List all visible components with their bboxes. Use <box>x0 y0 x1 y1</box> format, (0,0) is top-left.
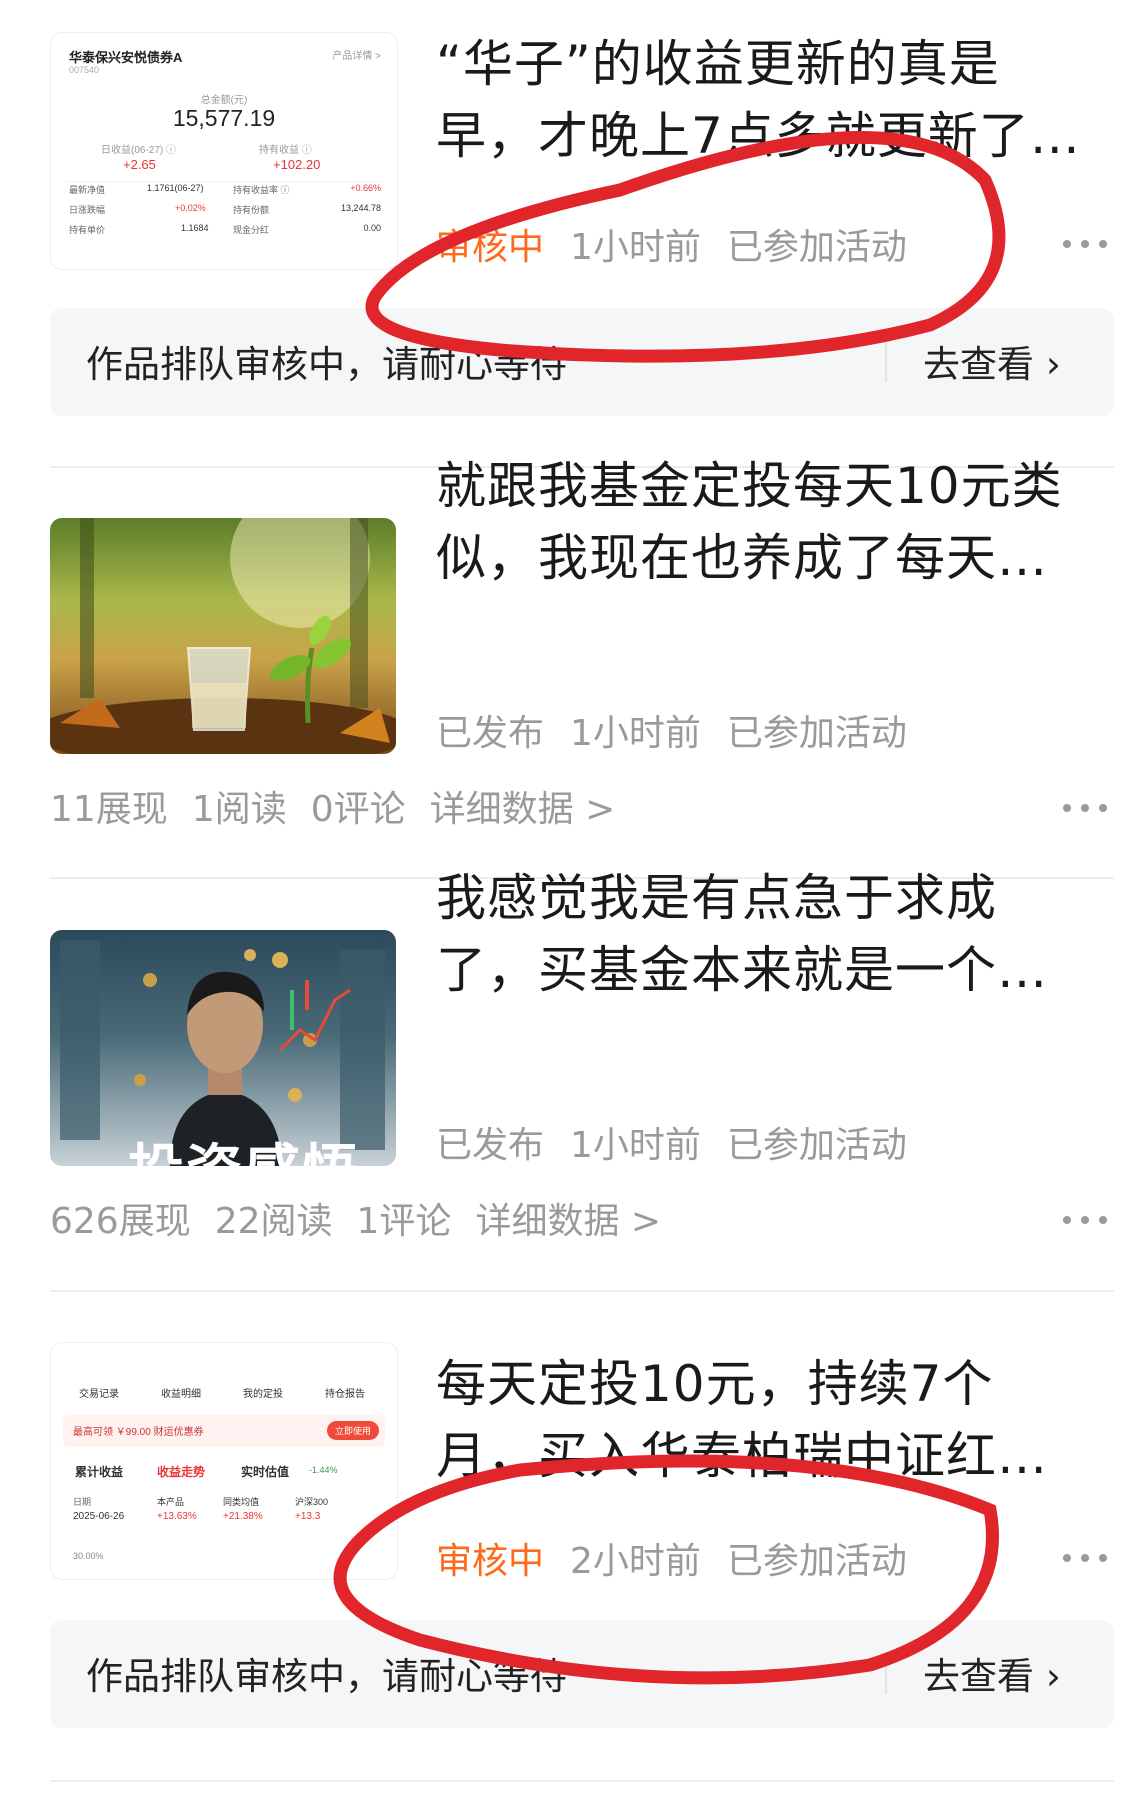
total-label: 总金额(元) <box>200 95 248 106</box>
more-options-icon[interactable] <box>1063 802 1107 814</box>
post-title[interactable]: “华子”的收益更新的真是早，才晚上7点多就更新了… <box>436 28 1086 172</box>
post-meta: 已发布 1小时前 已参加活动 <box>436 1116 933 1168</box>
promo-text: 最高可领 ￥99.00 财运优惠券 <box>73 1427 204 1438</box>
mini-subtab-value: -1.44% <box>309 1465 338 1475</box>
reads-count: 1阅读 <box>191 789 287 830</box>
status-badge: 已发布 <box>436 713 545 754</box>
sprout-illustration <box>50 518 396 754</box>
post-time: 2小时前 <box>570 1541 701 1582</box>
post-time: 1小时前 <box>570 1125 701 1166</box>
daily-value: +2.65 <box>123 157 156 172</box>
chevron-right-icon: › <box>1046 1655 1061 1698</box>
view-button-label: 去查看 <box>923 343 1034 386</box>
mini-legend: 本产品 <box>157 1497 185 1507</box>
mini-subtab: 累计收益 <box>75 1465 124 1479</box>
mini-date: 2025-06-26 <box>73 1511 125 1522</box>
status-badge: 已发布 <box>436 1125 545 1166</box>
mini-axis-value: 30.00% <box>73 1551 104 1561</box>
view-button[interactable]: 去查看 › <box>923 334 1061 388</box>
detail-link[interactable]: 产品详情 > <box>332 47 381 62</box>
row-value: 1.1761(06-27) <box>147 183 204 193</box>
mini-legend-value: +13.3 <box>295 1511 321 1522</box>
hold-label: 持有收益 ⓘ <box>259 145 312 156</box>
row-label: 持有份额 <box>233 205 270 215</box>
mini-legend-value: +21.38% <box>223 1511 263 1522</box>
row-value: 0.00 <box>363 223 381 233</box>
thumbnail-investor-image[interactable]: 投资感悟 <box>50 930 396 1166</box>
mini-legend-value: +13.63% <box>157 1511 197 1522</box>
row-value: 1.1684 <box>181 223 209 233</box>
row-label: 日涨跌幅 <box>69 205 106 215</box>
mini-subtab: 收益走势 <box>157 1465 206 1479</box>
total-value: 15,577.19 <box>172 105 276 131</box>
post-title[interactable]: 每天定投10元，持续7个月，买入华泰柏瑞中证红利低… <box>436 1348 1086 1492</box>
activity-tag: 已参加活动 <box>726 713 907 754</box>
fund-name: 华泰保兴安悦债券A <box>69 50 183 65</box>
item-divider <box>50 1290 1114 1292</box>
row-value: +0.02% <box>175 203 206 213</box>
post-stats: 11展现 1阅读 0评论 详细数据 > <box>50 780 639 832</box>
view-button-label: 去查看 <box>923 1655 1034 1698</box>
review-notice: 作品排队审核中，请耐心等待 去查看 › <box>50 1620 1114 1728</box>
activity-tag: 已参加活动 <box>726 1125 907 1166</box>
views-count: 11展现 <box>50 789 168 830</box>
row-label: 最新净值 <box>69 185 106 195</box>
post-title[interactable]: 就跟我基金定投每天10元类似，我现在也养成了每天… <box>436 450 1086 594</box>
row-value: 13,244.78 <box>340 203 381 213</box>
views-count: 626展现 <box>50 1201 191 1242</box>
chevron-right-icon: › <box>1046 343 1061 386</box>
mini-subtab: 实时估值 <box>241 1465 290 1479</box>
status-badge: 审核中 <box>436 227 545 268</box>
more-options-icon[interactable] <box>1063 238 1107 250</box>
hold-value: +102.20 <box>273 157 321 172</box>
mini-legend: 沪深300 <box>295 1497 329 1507</box>
post-meta: 已发布 1小时前 已参加活动 <box>436 704 933 756</box>
daily-label: 日收益(06-27) ⓘ <box>101 145 177 156</box>
thumbnail-sprout-image[interactable] <box>50 518 396 754</box>
mini-tab: 持仓报告 <box>325 1389 365 1400</box>
activity-tag: 已参加活动 <box>726 227 907 268</box>
row-label: 现金分红 <box>233 225 270 235</box>
notice-divider <box>885 342 887 382</box>
notice-text: 作品排队审核中，请耐心等待 <box>86 1655 567 1698</box>
post-time: 1小时前 <box>570 227 701 268</box>
detail-data-link[interactable]: 详细数据 > <box>475 1201 661 1242</box>
post-time: 1小时前 <box>570 713 701 754</box>
mini-tab: 收益明细 <box>161 1389 201 1400</box>
status-badge: 审核中 <box>436 1541 545 1582</box>
post-stats: 626展现 22阅读 1评论 详细数据 > <box>50 1192 685 1244</box>
mini-legend: 同类均值 <box>223 1497 260 1507</box>
notice-text: 作品排队审核中，请耐心等待 <box>86 343 567 386</box>
thumbnail-fund-card[interactable]: 华泰保兴安悦债券A 007540 产品详情 > 总金额(元) 15,577.19… <box>50 32 398 270</box>
post-title[interactable]: 我感觉我是有点急于求成了，买基金本来就是一个… <box>436 862 1086 1006</box>
row-label: 持有单价 <box>69 225 106 235</box>
more-options-icon[interactable] <box>1063 1552 1107 1564</box>
mini-tab: 交易记录 <box>79 1389 119 1400</box>
post-meta: 审核中 1小时前 已参加活动 <box>436 218 933 270</box>
reads-count: 22阅读 <box>214 1201 333 1242</box>
detail-data-link[interactable]: 详细数据 > <box>430 789 616 830</box>
mini-date-label: 日期 <box>73 1497 92 1507</box>
item-divider <box>50 1780 1114 1782</box>
thumbnail-app-screenshot[interactable]: 交易记录 收益明细 我的定投 持仓报告 最高可领 ￥99.00 财运优惠券 立即… <box>50 1342 398 1580</box>
row-value: +0.66% <box>350 183 381 193</box>
row-label: 持有收益率 ⓘ <box>233 185 290 195</box>
comments-count: 1评论 <box>356 1201 452 1242</box>
mini-tab: 我的定投 <box>243 1389 283 1400</box>
notice-divider <box>885 1654 887 1694</box>
activity-tag: 已参加活动 <box>726 1541 907 1582</box>
view-button[interactable]: 去查看 › <box>923 1646 1061 1700</box>
post-meta: 审核中 2小时前 已参加活动 <box>436 1532 933 1584</box>
fund-code: 007540 <box>69 65 100 75</box>
thumbnail-overlay-text: 投资感悟 <box>128 1126 360 1166</box>
fund-divider <box>67 181 381 182</box>
promo-button: 立即使用 <box>326 1421 379 1440</box>
comments-count: 0评论 <box>310 789 406 830</box>
review-notice: 作品排队审核中，请耐心等待 去查看 › <box>50 308 1114 416</box>
more-options-icon[interactable] <box>1063 1214 1107 1226</box>
